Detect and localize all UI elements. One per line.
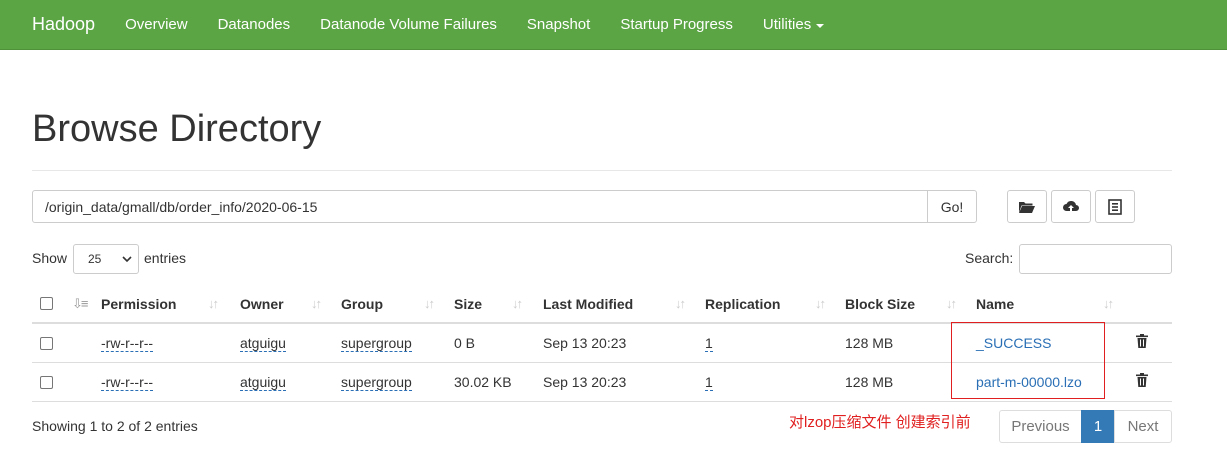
sort-icon[interactable]: ↓↑ (946, 296, 957, 311)
table-info: Showing 1 to 2 of 2 entries (32, 418, 198, 434)
nav-utilities-dropdown[interactable]: Utilities (762, 16, 825, 33)
entries-select-value: 25 (88, 252, 102, 266)
nav-startup-progress[interactable]: Startup Progress (620, 16, 733, 33)
list-icon (1108, 198, 1122, 215)
column-header-size[interactable]: Size (454, 296, 482, 312)
last-modified-cell: Sep 13 20:23 (543, 374, 627, 390)
row-divider (32, 401, 1172, 402)
column-header-block-size[interactable]: Block Size (845, 296, 915, 312)
row-checkbox[interactable] (40, 376, 53, 389)
cloud-upload-icon (1063, 200, 1079, 212)
entries-label: entries (144, 250, 187, 266)
group-cell[interactable]: supergroup (341, 374, 412, 391)
sort-icon[interactable]: ↓↑ (512, 296, 523, 311)
sort-icon[interactable]: ↓↑ (1103, 296, 1114, 311)
chevron-down-icon (122, 256, 132, 263)
show-label: Show (32, 250, 68, 266)
sort-icon[interactable]: ↓↑ (675, 296, 686, 311)
replication-cell[interactable]: 1 (705, 374, 713, 391)
sort-icon[interactable]: ↓↑ (424, 296, 435, 311)
annotation-text: 对lzop压缩文件 创建索引前 (789, 414, 971, 431)
upload-file-button[interactable] (1051, 190, 1091, 223)
cut-paste-button[interactable] (1095, 190, 1135, 223)
caret-down-icon (816, 23, 825, 28)
group-cell[interactable]: supergroup (341, 335, 412, 352)
sort-icon[interactable]: ↓↑ (208, 296, 219, 311)
trash-icon[interactable] (1136, 373, 1148, 387)
annotation-highlight-box (951, 322, 1105, 399)
column-header-permission[interactable]: Permission (101, 296, 176, 312)
replication-cell[interactable]: 1 (705, 335, 713, 352)
nav-overview[interactable]: Overview (125, 16, 188, 33)
column-header-group[interactable]: Group (341, 296, 383, 312)
column-header-replication[interactable]: Replication (705, 296, 780, 312)
previous-page-button[interactable]: Previous (999, 410, 1082, 443)
last-modified-cell: Sep 13 20:23 (543, 335, 627, 351)
block-size-cell: 128 MB (845, 335, 894, 351)
sort-icon[interactable]: ⇩≡ (72, 296, 89, 312)
permission-cell[interactable]: -rw-r--r-- (101, 335, 154, 352)
owner-cell[interactable]: atguigu (240, 335, 286, 352)
nav-utilities-label: Utilities (762, 16, 812, 33)
go-button[interactable]: Go! (927, 190, 977, 223)
owner-cell[interactable]: atguigu (240, 374, 286, 391)
directory-path-input[interactable] (32, 190, 928, 223)
permission-cell[interactable]: -rw-r--r-- (101, 374, 154, 391)
create-directory-button[interactable] (1007, 190, 1047, 223)
column-header-owner[interactable]: Owner (240, 296, 284, 312)
navbar: Hadoop Overview Datanodes Datanode Volum… (0, 0, 1227, 50)
row-checkbox[interactable] (40, 337, 53, 350)
entries-per-page-select[interactable]: 25 (73, 244, 139, 274)
search-input[interactable] (1019, 244, 1172, 274)
sort-icon[interactable]: ↓↑ (815, 296, 826, 311)
size-cell: 0 B (454, 335, 476, 351)
column-header-name[interactable]: Name (976, 296, 1014, 312)
nav-snapshot[interactable]: Snapshot (527, 16, 590, 33)
brand-link[interactable]: Hadoop (32, 14, 95, 35)
search-label: Search: (965, 250, 1014, 266)
trash-icon[interactable] (1136, 334, 1148, 348)
sort-icon[interactable]: ↓↑ (311, 296, 322, 311)
select-all-checkbox[interactable] (40, 297, 53, 310)
divider (32, 170, 1172, 171)
page-title: Browse Directory (32, 108, 322, 150)
nav-datanodes[interactable]: Datanodes (218, 16, 291, 33)
folder-open-icon (1019, 201, 1035, 213)
column-header-last-modified[interactable]: Last Modified (543, 296, 633, 312)
block-size-cell: 128 MB (845, 374, 894, 390)
nav-datanode-volume-failures[interactable]: Datanode Volume Failures (320, 16, 497, 33)
size-cell: 30.02 KB (454, 374, 512, 390)
page-1-button[interactable]: 1 (1081, 410, 1115, 443)
next-page-button[interactable]: Next (1114, 410, 1172, 443)
